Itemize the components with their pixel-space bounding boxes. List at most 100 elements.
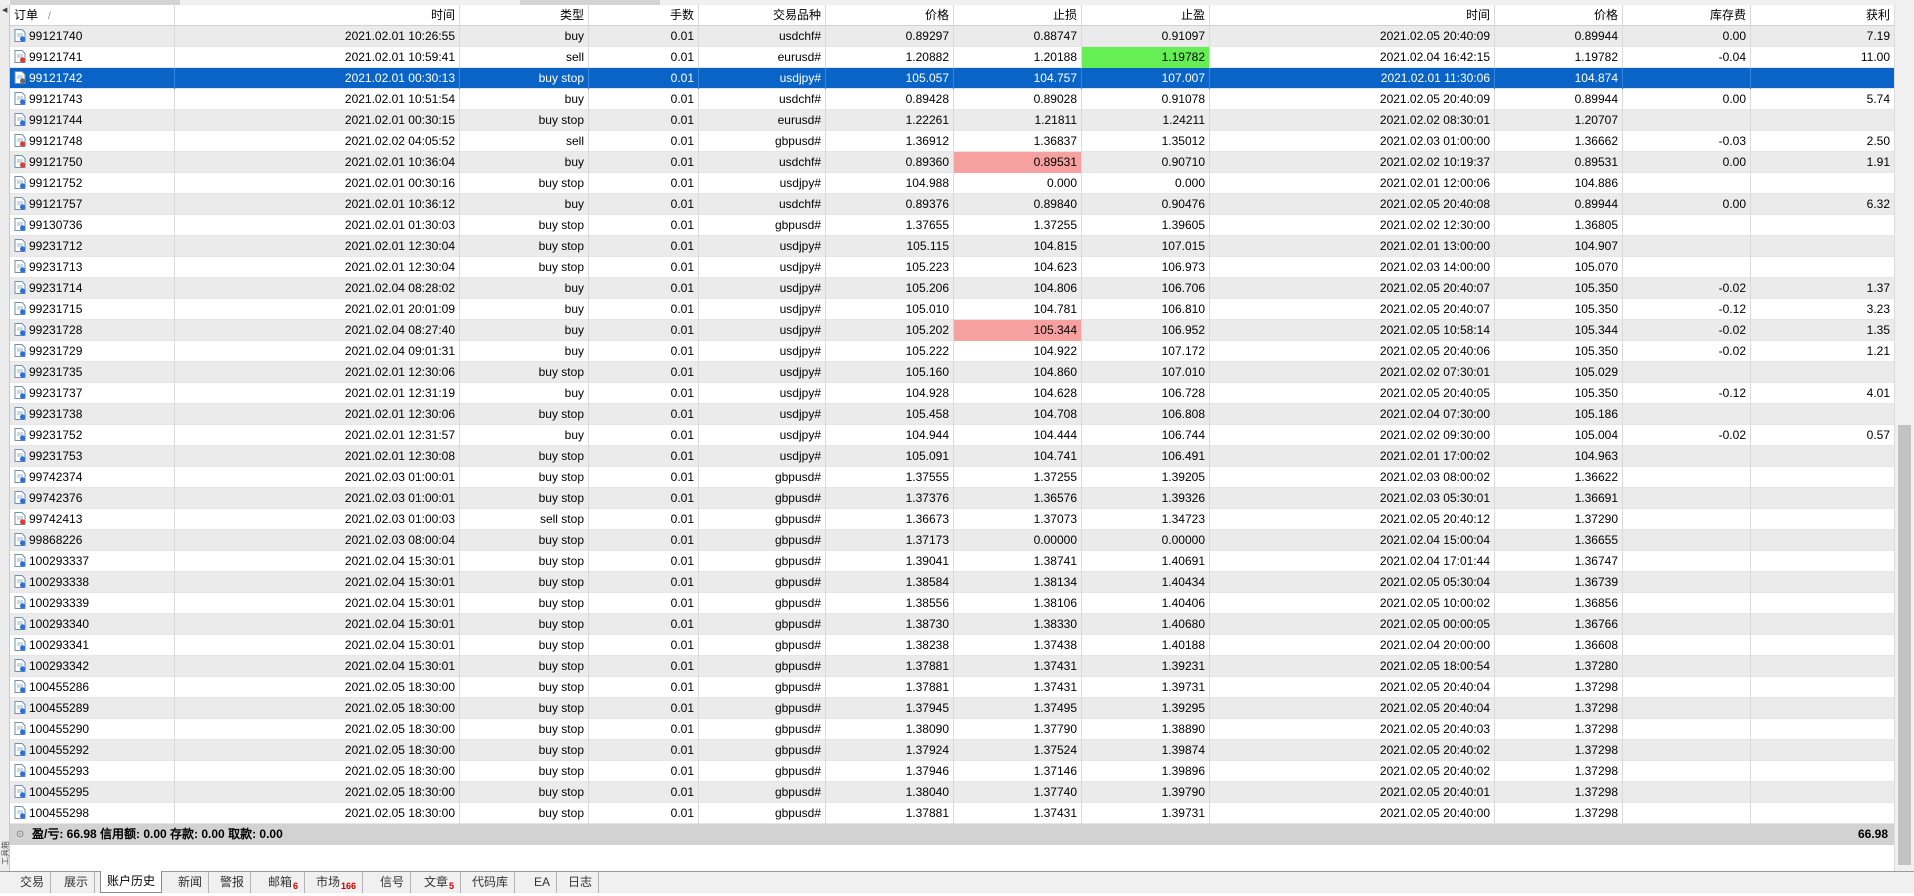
close-time-cell: 2021.02.03 01:00:00 <box>1210 131 1495 152</box>
volume-cell: 0.01 <box>589 572 699 593</box>
table-row[interactable]: 99121743 2021.02.01 10:51:54 buy 0.01 usdchf… <box>10 89 1894 110</box>
vertical-scroll-thumb[interactable] <box>1898 425 1911 865</box>
order-cell: 99121741 <box>10 47 175 68</box>
tab-code-base[interactable]: 代码库 <box>466 872 516 893</box>
table-row[interactable]: 99231735 2021.02.01 12:30:06 buy stop 0.01 u… <box>10 362 1894 383</box>
table-row[interactable]: 99231729 2021.02.04 09:01:31 buy 0.01 usdjpy… <box>10 341 1894 362</box>
table-row[interactable]: 99231738 2021.02.01 12:30:06 buy stop 0.01 u… <box>10 404 1894 425</box>
table-row[interactable]: 99742376 2021.02.03 01:00:01 buy stop 0.01 g… <box>10 488 1894 509</box>
tab-news[interactable]: 新闻 <box>172 872 210 893</box>
tab-market[interactable]: 市场166 <box>310 872 364 893</box>
close-time-cell: 2021.02.02 09:30:00 <box>1210 425 1495 446</box>
table-row[interactable]: 99121740 2021.02.01 10:26:55 buy 0.01 usdchf… <box>10 26 1894 47</box>
header-close-price[interactable]: 价格 <box>1495 5 1623 26</box>
table-row[interactable]: 99130736 2021.02.01 01:30:03 buy stop 0.01 g… <box>10 215 1894 236</box>
profit-cell: 4.01 <box>1866 386 1890 400</box>
header-open-time[interactable]: 时间 <box>175 5 460 26</box>
header-take-profit[interactable]: 止盈 <box>1082 5 1210 26</box>
table-row[interactable]: 100455289 2021.02.05 18:30:00 buy stop 0.01… <box>10 698 1894 719</box>
symbol-cell: eurusd# <box>699 47 826 68</box>
header-profit[interactable]: 获利 <box>1751 5 1894 26</box>
header-label: 交易品种 <box>772 8 821 22</box>
header-volume[interactable]: 手数 <box>589 5 699 26</box>
table-row[interactable]: 99868226 2021.02.03 08:00:04 buy stop 0.01 g… <box>10 530 1894 551</box>
buy-order-icon <box>14 197 26 211</box>
header-close-time[interactable]: 时间 <box>1210 5 1495 26</box>
table-row[interactable]: 99231752 2021.02.01 12:31:57 buy 0.01 usdjpy… <box>10 425 1894 446</box>
tab-label: 文章 <box>424 875 449 889</box>
profit-cell <box>1751 173 1894 194</box>
stop-loss-cell: 104.806 <box>954 278 1082 299</box>
stop-loss-cell: 0.00000 <box>954 530 1082 551</box>
table-row[interactable]: 99231737 2021.02.01 12:31:19 buy 0.01 usdjpy… <box>10 383 1894 404</box>
table-row[interactable]: 99231713 2021.02.01 12:30:04 buy stop 0.01 u… <box>10 257 1894 278</box>
table-row[interactable]: 100293338 2021.02.04 15:30:01 buy stop 0.01… <box>10 572 1894 593</box>
tab-articles[interactable]: 文章5 <box>418 872 462 893</box>
table-row[interactable]: 100455298 2021.02.05 18:30:00 buy stop 0.01… <box>10 803 1894 824</box>
take-profit-cell: 107.015 <box>1082 236 1210 257</box>
volume-cell: 0.01 <box>589 740 699 761</box>
tab-alerts[interactable]: 警报 <box>214 872 252 893</box>
tab-trade[interactable]: 交易 <box>14 872 52 893</box>
header-type[interactable]: 类型 <box>460 5 589 26</box>
table-row[interactable]: 99231714 2021.02.04 08:28:02 buy 0.01 usdjpy… <box>10 278 1894 299</box>
table-row[interactable]: 100293337 2021.02.04 15:30:01 buy stop 0.01… <box>10 551 1894 572</box>
table-row[interactable]: 99121748 2021.02.02 04:05:52 sell 0.01 gbpus… <box>10 131 1894 152</box>
table-row[interactable]: 99231715 2021.02.01 20:01:09 buy 0.01 usdjpy… <box>10 299 1894 320</box>
order-number: 100293342 <box>29 659 90 673</box>
order-number: 99121752 <box>29 176 83 190</box>
tab-label: 市场 <box>316 875 341 889</box>
header-symbol[interactable]: 交易品种 <box>699 5 826 26</box>
take-profit-cell: 1.39326 <box>1082 488 1210 509</box>
vertical-scrollbar[interactable] <box>1894 5 1914 871</box>
table-row[interactable]: 99231728 2021.02.04 08:27:40 buy 0.01 usdjpy… <box>10 320 1894 341</box>
stop-loss-cell: 1.38330 <box>954 614 1082 635</box>
table-row[interactable]: 100455290 2021.02.05 18:30:00 buy stop 0.01… <box>10 719 1894 740</box>
table-row[interactable]: 99742413 2021.02.03 01:00:03 sell stop 0.01… <box>10 509 1894 530</box>
table-row[interactable]: 99121752 2021.02.01 00:30:16 buy stop 0.01 u… <box>10 173 1894 194</box>
tab-account-history[interactable]: 账户历史 <box>100 871 163 893</box>
tab-signals[interactable]: 信号 <box>374 872 412 893</box>
table-row[interactable]: 99742374 2021.02.03 01:00:01 buy stop 0.01 g… <box>10 467 1894 488</box>
table-row[interactable]: 100455286 2021.02.05 18:30:00 buy stop 0.01… <box>10 677 1894 698</box>
take-profit-cell: 0.91078 <box>1082 89 1210 110</box>
swap-cell <box>1623 488 1751 509</box>
order-cell: 99231738 <box>10 404 175 425</box>
type-cell: buy stop <box>460 803 589 824</box>
take-profit-cell: 1.39231 <box>1082 656 1210 677</box>
table-row[interactable]: 99121741 2021.02.01 10:59:41 sell 0.01 eurus… <box>10 47 1894 68</box>
close-price-cell: 1.19782 <box>1495 47 1623 68</box>
table-row[interactable]: 100293341 2021.02.04 15:30:01 buy stop 0.01… <box>10 635 1894 656</box>
table-row[interactable]: 99121750 2021.02.01 10:36:04 buy 0.01 usdchf… <box>10 152 1894 173</box>
tab-exposure[interactable]: 展示 <box>58 872 96 893</box>
table-row[interactable]: 100293340 2021.02.04 15:30:01 buy stop 0.01… <box>10 614 1894 635</box>
table-row[interactable]: 100455292 2021.02.05 18:30:00 buy stop 0.01… <box>10 740 1894 761</box>
tab-mailbox[interactable]: 邮箱6 <box>262 872 306 893</box>
table-row[interactable]: 100455295 2021.02.05 18:30:00 buy stop 0.01… <box>10 782 1894 803</box>
tab-journal[interactable]: 日志 <box>562 872 600 893</box>
header-price[interactable]: 价格 <box>826 5 954 26</box>
order-number: 99121740 <box>29 29 83 43</box>
header-order[interactable]: 订单 / <box>10 5 175 26</box>
table-row[interactable]: 100293342 2021.02.04 15:30:01 buy stop 0.01… <box>10 656 1894 677</box>
table-row[interactable]: 99121757 2021.02.01 10:36:12 buy 0.01 usdchf… <box>10 194 1894 215</box>
table-row[interactable]: 99231753 2021.02.01 12:30:08 buy stop 0.01 u… <box>10 446 1894 467</box>
buy-order-icon <box>14 743 26 757</box>
price-cell: 1.38730 <box>826 614 954 635</box>
type-cell: buy stop <box>460 740 589 761</box>
table-row[interactable]: 99121742 2021.02.01 00:30:13 buy stop 0.01 u… <box>10 68 1894 89</box>
tab-ea[interactable]: EA <box>528 872 558 893</box>
header-stop-loss[interactable]: 止损 <box>954 5 1082 26</box>
table-row[interactable]: 99231712 2021.02.01 12:30:04 buy stop 0.01 u… <box>10 236 1894 257</box>
volume-cell: 0.01 <box>589 47 699 68</box>
table-row[interactable]: 100293339 2021.02.04 15:30:01 buy stop 0.01… <box>10 593 1894 614</box>
type-cell: buy <box>460 278 589 299</box>
price-cell: 105.458 <box>826 404 954 425</box>
table-row[interactable]: 99121744 2021.02.01 00:30:15 buy stop 0.01 e… <box>10 110 1894 131</box>
table-row[interactable]: 100455293 2021.02.05 18:30:00 buy stop 0.01… <box>10 761 1894 782</box>
header-swap[interactable]: 库存费 <box>1623 5 1751 26</box>
volume-cell: 0.01 <box>589 530 699 551</box>
collapse-arrow-icon[interactable]: ◀ <box>2 7 7 14</box>
buy-order-icon <box>14 365 26 379</box>
open-time-cell: 2021.02.04 15:30:01 <box>175 635 460 656</box>
